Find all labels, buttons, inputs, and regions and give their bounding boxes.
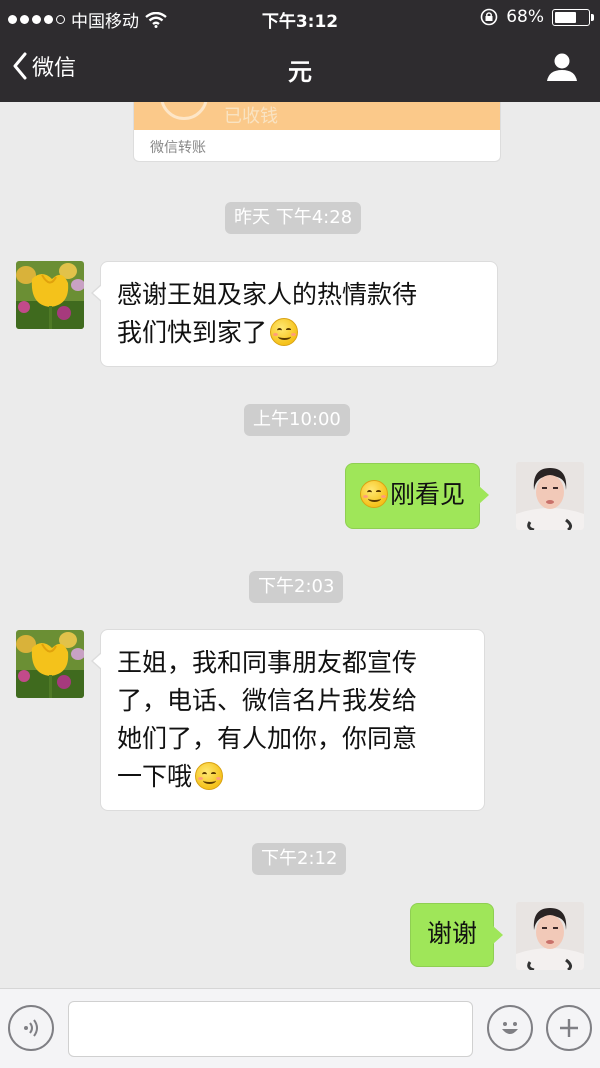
- smile-emoji-icon: [195, 762, 224, 790]
- contact-avatar[interactable]: [16, 261, 84, 329]
- message-line: 感谢王姐及家人的热情款待: [117, 280, 418, 309]
- tulip-avatar-icon: [16, 630, 84, 698]
- timestamp: 下午2:03: [249, 571, 344, 603]
- battery-percent: 68%: [506, 7, 544, 27]
- person-icon: [547, 53, 577, 81]
- message-text: 谢谢: [427, 919, 478, 948]
- timestamp: 下午2:12: [252, 843, 347, 875]
- tulip-avatar-icon: [16, 261, 84, 329]
- nav-bar: 微信 元: [0, 34, 600, 102]
- message-line: 王姐，我和同事朋友都宣传: [117, 648, 418, 677]
- status-bar: 中国移动 下午3:12 68%: [0, 0, 600, 34]
- battery-fill: [555, 11, 577, 23]
- top-bar: 中国移动 下午3:12 68% 微信 元: [0, 0, 600, 102]
- message-line: 我们快到家了: [117, 318, 268, 347]
- battery-icon: [552, 8, 594, 26]
- status-right: 68%: [480, 7, 594, 27]
- voice-button[interactable]: [8, 1005, 54, 1051]
- my-avatar[interactable]: [516, 462, 584, 530]
- more-button[interactable]: [546, 1005, 592, 1051]
- message-line-with-emoji: 我们快到家了: [117, 314, 481, 352]
- emoji-icon: [502, 1022, 518, 1034]
- emoji-button[interactable]: [487, 1005, 533, 1051]
- outgoing-message[interactable]: 谢谢: [410, 903, 504, 967]
- transfer-status: 已收钱: [224, 106, 278, 127]
- transfer-card-top: 已收钱: [134, 102, 500, 130]
- incoming-message[interactable]: 感谢王姐及家人的热情款待 我们快到家了: [91, 261, 498, 367]
- smile-emoji-icon: [270, 318, 299, 346]
- message-line-with-emoji: 一下哦: [117, 758, 468, 796]
- user-photo-avatar-icon: [516, 462, 584, 530]
- contact-avatar[interactable]: [16, 630, 84, 698]
- transfer-footer: 微信转账: [150, 140, 206, 156]
- plus-icon: [560, 1019, 578, 1037]
- user-photo-avatar-icon: [516, 902, 584, 970]
- smile-emoji-icon: [360, 480, 388, 508]
- incoming-message[interactable]: 王姐，我和同事朋友都宣传 了，电话、微信名片我发给 她们了，有人加你，你同意 一…: [91, 629, 485, 811]
- timestamp: 昨天 下午4:28: [225, 202, 362, 234]
- rotation-lock-icon: [480, 8, 498, 26]
- contact-info-button[interactable]: [546, 52, 578, 86]
- my-avatar[interactable]: [516, 902, 584, 970]
- message-line: 她们了，有人加你，你同意: [117, 724, 418, 753]
- message-text: 刚看见: [390, 480, 466, 509]
- voice-icon: [24, 1019, 38, 1037]
- message-input[interactable]: [68, 1001, 473, 1057]
- input-bar: [0, 988, 600, 1068]
- message-line: 一下哦: [117, 762, 193, 791]
- outgoing-message[interactable]: 刚看见: [345, 463, 490, 529]
- chat-title: 元: [288, 58, 312, 86]
- transfer-check-icon: [160, 102, 208, 120]
- transfer-card[interactable]: 已收钱 微信转账: [133, 102, 501, 162]
- timestamp: 上午10:00: [244, 404, 350, 436]
- message-line: 了，电话、微信名片我发给: [117, 686, 418, 715]
